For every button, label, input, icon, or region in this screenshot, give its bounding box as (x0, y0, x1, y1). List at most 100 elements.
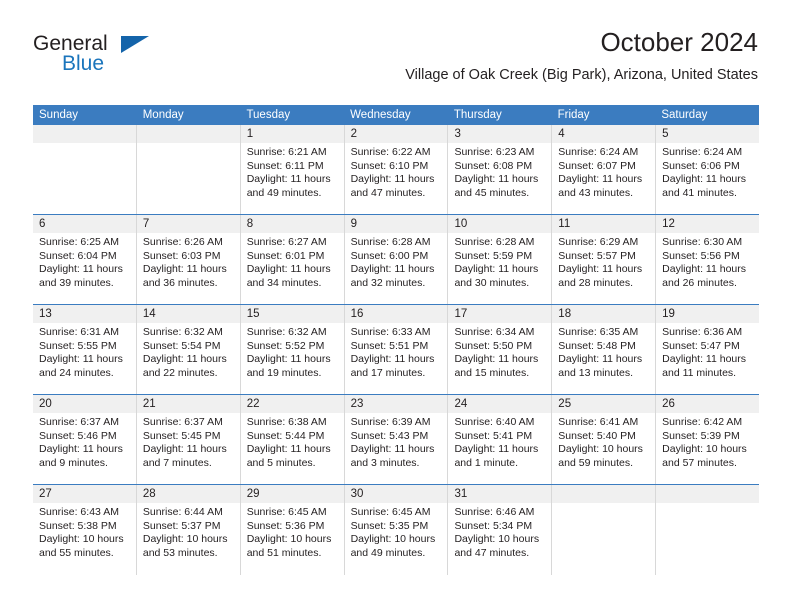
daylight-text-line2: and 43 minutes. (558, 186, 634, 199)
day-cell[interactable]: 11 Sunrise: 6:29 AM Sunset: 5:57 PM Dayligh… (552, 215, 657, 304)
sunset-text: Sunset: 6:11 PM (246, 159, 324, 172)
daylight-text-line1: Daylight: 11 hours (39, 443, 123, 456)
day-info: Sunrise: 6:33 AM Sunset: 5:51 PM Daylight:… (345, 323, 448, 380)
day-cell[interactable]: 30 Sunrise: 6:45 AM Sunset: 5:35 PM Dayligh… (344, 485, 449, 575)
daylight-text-line2: and 41 minutes. (662, 186, 737, 199)
day-info: Sunrise: 6:43 AM Sunset: 5:38 PM Daylight:… (33, 503, 136, 560)
sunrise-text: Sunrise: 6:36 AM (662, 326, 743, 338)
day-cell[interactable]: 28 Sunrise: 6:44 AM Sunset: 5:37 PM Dayligh… (136, 485, 241, 575)
daylight-text-line1: Daylight: 10 hours (454, 533, 540, 546)
sunset-text: Sunset: 5:57 PM (558, 249, 636, 262)
sunrise-text: Sunrise: 6:31 AM (39, 326, 119, 338)
day-cell[interactable]: 17 Sunrise: 6:34 AM Sunset: 5:50 PM Dayligh… (448, 305, 553, 394)
day-cell[interactable]: 26 Sunrise: 6:42 AM Sunset: 5:39 PM Dayligh… (656, 395, 760, 484)
sunrise-text: Sunrise: 6:25 AM (39, 236, 119, 248)
sunset-text: Sunset: 5:46 PM (39, 429, 117, 442)
day-cell[interactable]: 19 Sunrise: 6:36 AM Sunset: 5:47 PM Dayligh… (656, 305, 760, 394)
day-info: Sunrise: 6:39 AM Sunset: 5:43 PM Daylight:… (345, 413, 448, 470)
calendar-table: Sunday Monday Tuesday Wednesday Thursday Frid… (33, 105, 760, 575)
day-cell[interactable]: 6 Sunrise: 6:25 AM Sunset: 6:04 PM Daylight… (33, 215, 137, 304)
day-cell[interactable]: 22 Sunrise: 6:38 AM Sunset: 5:44 PM Dayligh… (240, 395, 345, 484)
day-info: Sunrise: 6:28 AM Sunset: 6:00 PM Daylight:… (345, 233, 448, 290)
day-number-band: 13 (33, 305, 136, 323)
day-number: 18 (558, 308, 572, 320)
daylight-text-line2: and 47 minutes. (350, 186, 426, 199)
day-number: 14 (142, 308, 156, 320)
day-cell[interactable]: 3 Sunrise: 6:23 AM Sunset: 6:08 PM Daylight… (448, 125, 553, 214)
general-blue-logo: General Blue (33, 32, 163, 80)
day-number: 1 (246, 128, 254, 140)
day-cell[interactable]: 20 Sunrise: 6:37 AM Sunset: 5:46 PM Dayligh… (33, 395, 137, 484)
sunrise-text: Sunrise: 6:27 AM (246, 236, 327, 248)
day-cell[interactable]: 9 Sunrise: 6:28 AM Sunset: 6:00 PM Daylight… (344, 215, 449, 304)
day-cell[interactable]: 16 Sunrise: 6:33 AM Sunset: 5:51 PM Dayligh… (344, 305, 449, 394)
day-number-band: 9 (344, 215, 448, 233)
day-cell[interactable]: 2 Sunrise: 6:22 AM Sunset: 6:10 PM Daylight… (344, 125, 449, 214)
daylight-text-line2: and 49 minutes. (246, 186, 322, 199)
day-cell[interactable]: 24 Sunrise: 6:40 AM Sunset: 5:41 PM Dayligh… (448, 395, 553, 484)
sunset-text: Sunset: 5:38 PM (39, 519, 117, 532)
day-cell[interactable]: 13 Sunrise: 6:31 AM Sunset: 5:55 PM Dayligh… (33, 305, 137, 394)
day-number-band: 26 (656, 395, 760, 413)
page-subtitle: Village of Oak Creek (Big Park), Arizona… (405, 67, 758, 83)
sunrise-text: Sunrise: 6:44 AM (142, 506, 223, 518)
sunrise-text: Sunrise: 6:26 AM (142, 236, 223, 248)
day-number-band: 8 (240, 215, 344, 233)
day-cell[interactable]: 25 Sunrise: 6:41 AM Sunset: 5:40 PM Dayligh… (552, 395, 657, 484)
day-info: Sunrise: 6:24 AM Sunset: 6:06 PM Daylight:… (656, 143, 759, 200)
day-cell[interactable]: 7 Sunrise: 6:26 AM Sunset: 6:03 PM Daylight… (136, 215, 241, 304)
day-cell[interactable]: 14 Sunrise: 6:32 AM Sunset: 5:54 PM Dayligh… (136, 305, 241, 394)
sunset-text: Sunset: 5:41 PM (454, 429, 533, 442)
day-cell[interactable]: 23 Sunrise: 6:39 AM Sunset: 5:43 PM Dayligh… (344, 395, 449, 484)
daylight-text-line2: and 26 minutes. (662, 276, 737, 289)
day-number-band: 3 (448, 125, 552, 143)
day-cell[interactable]: 10 Sunrise: 6:28 AM Sunset: 5:59 PM Dayligh… (448, 215, 553, 304)
daylight-text-line1: Daylight: 11 hours (558, 173, 643, 186)
day-cell[interactable]: 15 Sunrise: 6:32 AM Sunset: 5:52 PM Dayligh… (240, 305, 345, 394)
day-number-band: 6 (33, 215, 136, 233)
daylight-text-line1: Daylight: 11 hours (142, 263, 227, 276)
day-cell[interactable]: 27 Sunrise: 6:43 AM Sunset: 5:38 PM Dayligh… (33, 485, 137, 575)
day-number-band: 1 (240, 125, 344, 143)
day-cell[interactable]: 12 Sunrise: 6:30 AM Sunset: 5:56 PM Dayligh… (656, 215, 760, 304)
day-cell[interactable]: 31 Sunrise: 6:46 AM Sunset: 5:34 PM Dayligh… (448, 485, 553, 575)
sunset-text: Sunset: 6:04 PM (39, 249, 117, 262)
day-number-band: 31 (448, 485, 552, 503)
daylight-text-line1: Daylight: 10 hours (39, 533, 124, 546)
sunrise-text: Sunrise: 6:40 AM (454, 416, 535, 428)
day-info: Sunrise: 6:38 AM Sunset: 5:44 PM Daylight:… (241, 413, 344, 470)
day-info: Sunrise: 6:30 AM Sunset: 5:56 PM Daylight:… (656, 233, 759, 290)
day-number-band: 16 (344, 305, 448, 323)
sunrise-text: Sunrise: 6:28 AM (454, 236, 535, 248)
daylight-text-line1: Daylight: 11 hours (454, 443, 539, 456)
day-cell[interactable]: 8 Sunrise: 6:27 AM Sunset: 6:01 PM Daylight… (240, 215, 345, 304)
page-header: General Blue October 2024 Village of Oak… (33, 26, 758, 98)
sunrise-text: Sunrise: 6:45 AM (350, 506, 431, 518)
sunrise-text: Sunrise: 6:35 AM (558, 326, 639, 338)
day-number-band: 24 (448, 395, 552, 413)
daylight-text-line1: Daylight: 11 hours (662, 353, 747, 366)
daylight-text-line1: Daylight: 11 hours (558, 263, 643, 276)
day-cell[interactable]: 21 Sunrise: 6:37 AM Sunset: 5:45 PM Dayligh… (136, 395, 241, 484)
day-number-band: 19 (656, 305, 760, 323)
sunset-text: Sunset: 5:56 PM (662, 249, 740, 262)
day-cell-empty (136, 125, 241, 214)
sunset-text: Sunset: 5:44 PM (246, 429, 325, 442)
day-cell[interactable]: 4 Sunrise: 6:24 AM Sunset: 6:07 PM Daylight… (552, 125, 657, 214)
day-cell[interactable]: 5 Sunrise: 6:24 AM Sunset: 6:06 PM Daylight… (656, 125, 760, 214)
daylight-text-line1: Daylight: 11 hours (350, 173, 435, 186)
day-number-band: 7 (136, 215, 240, 233)
day-cell[interactable]: 29 Sunrise: 6:45 AM Sunset: 5:36 PM Dayligh… (240, 485, 345, 575)
day-cell[interactable]: 1 Sunrise: 6:21 AM Sunset: 6:11 PM Daylight… (240, 125, 345, 214)
calendar-week-row: 1 Sunrise: 6:21 AM Sunset: 6:11 PM Daylight… (33, 125, 760, 215)
day-cell[interactable]: 18 Sunrise: 6:35 AM Sunset: 5:48 PM Dayligh… (552, 305, 657, 394)
daylight-text-line1: Daylight: 11 hours (350, 443, 435, 456)
day-number: 8 (246, 218, 254, 230)
daylight-text-line2: and 22 minutes. (142, 366, 218, 379)
day-info: Sunrise: 6:32 AM Sunset: 5:54 PM Daylight:… (137, 323, 240, 380)
day-number-band (33, 125, 136, 143)
sunrise-text: Sunrise: 6:30 AM (662, 236, 743, 248)
sunrise-text: Sunrise: 6:33 AM (350, 326, 431, 338)
daylight-text-line2: and 32 minutes. (350, 276, 426, 289)
sunrise-text: Sunrise: 6:34 AM (454, 326, 535, 338)
